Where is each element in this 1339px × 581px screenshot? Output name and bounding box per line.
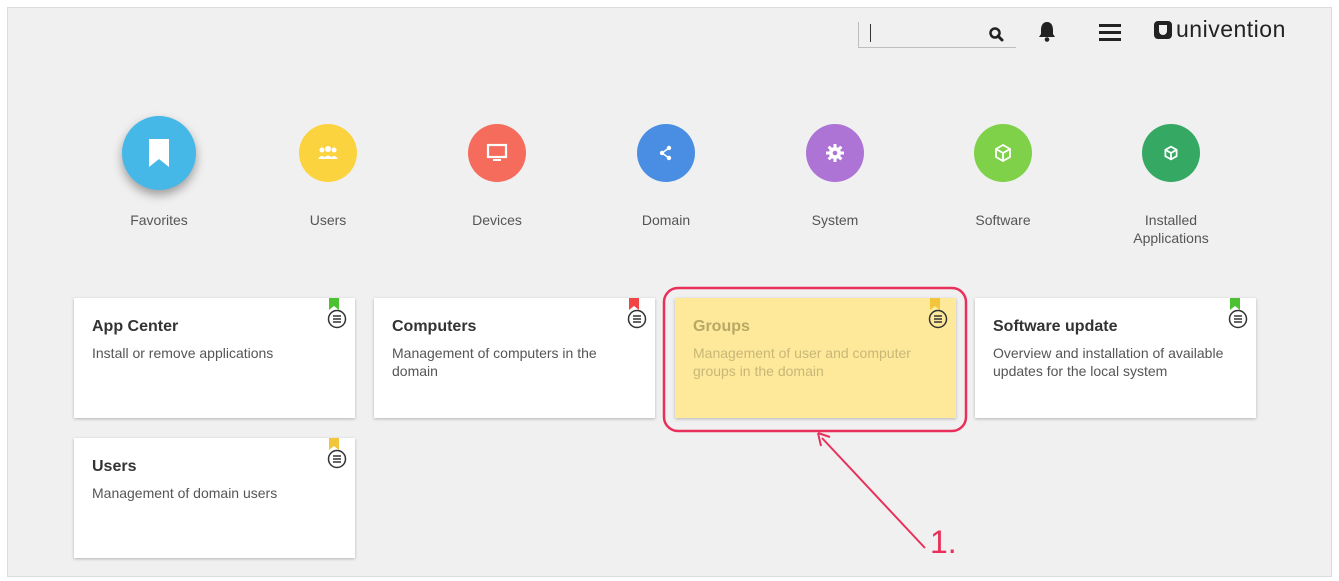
category-label: Software: [975, 212, 1031, 228]
category-label: Devices: [472, 212, 522, 228]
text-cursor: [870, 24, 871, 42]
tile-description: Management of user and computer groups i…: [693, 345, 911, 379]
logo-text: univention: [1176, 16, 1286, 42]
box-icon: [995, 143, 1011, 163]
menu-circle-icon[interactable]: [327, 309, 347, 329]
category-favorites[interactable]: Favorites: [89, 116, 229, 229]
annotation-label: 1.: [930, 524, 957, 560]
menu-circle-icon[interactable]: [1228, 309, 1248, 329]
tile-title: Computers: [392, 318, 477, 335]
tile-title: Users: [92, 458, 137, 475]
domain-circle: [637, 124, 695, 182]
category-label: Installed Applications: [1133, 212, 1209, 246]
devices-circle: [468, 124, 526, 182]
menu-circle-icon[interactable]: [627, 309, 647, 329]
installed-applications-circle: [1142, 124, 1200, 182]
category-label: System: [811, 212, 859, 228]
category-devices[interactable]: Devices: [427, 124, 567, 229]
search-input[interactable]: [869, 24, 983, 46]
bell-icon[interactable]: [1036, 19, 1058, 43]
category-label: Domain: [641, 212, 691, 228]
hamburger-menu-icon[interactable]: [1099, 22, 1121, 42]
tile-description: Management of computers in the domain: [392, 345, 597, 379]
tile-computers[interactable]: Computers Management of computers in the…: [374, 298, 655, 418]
bookmark-icon: [149, 139, 169, 167]
category-software[interactable]: Software: [933, 124, 1073, 229]
box-icon: [1164, 145, 1178, 161]
search-box[interactable]: [858, 22, 1016, 48]
users-circle: [299, 124, 357, 182]
menu-circle-icon[interactable]: [327, 449, 347, 469]
tile-description: Overview and installation of available u…: [993, 345, 1224, 379]
tile-users[interactable]: Users Management of domain users: [74, 438, 355, 558]
favorites-circle: [122, 116, 196, 190]
tile-description: Management of domain users: [92, 485, 278, 501]
category-label: Users: [309, 212, 347, 228]
gear-icon: [826, 144, 844, 162]
network-icon: [659, 145, 672, 161]
category-system[interactable]: System: [765, 124, 905, 229]
tile-groups[interactable]: Groups Management of user and computer g…: [675, 298, 956, 418]
monitor-icon: [486, 143, 508, 161]
category-domain[interactable]: Domain: [596, 124, 736, 229]
tile-software-update[interactable]: Software update Overview and installatio…: [975, 298, 1256, 418]
category-label: Favorites: [130, 212, 188, 228]
tile-description: Install or remove applications: [92, 345, 274, 361]
category-installed-applications[interactable]: Installed Applications: [1101, 124, 1241, 247]
software-circle: [974, 124, 1032, 182]
logo-mark-icon: [1154, 20, 1172, 39]
tile-title: App Center: [92, 318, 179, 335]
category-users[interactable]: Users: [258, 124, 398, 229]
menu-circle-icon[interactable]: [928, 309, 948, 329]
users-icon: [318, 146, 338, 159]
system-circle: [806, 124, 864, 182]
tile-app-center[interactable]: App Center Install or remove application…: [74, 298, 355, 418]
search-icon[interactable]: [987, 25, 1007, 45]
tile-title: Groups: [693, 318, 750, 335]
univention-logo: univention: [1154, 16, 1286, 43]
tile-title: Software update: [993, 318, 1118, 335]
